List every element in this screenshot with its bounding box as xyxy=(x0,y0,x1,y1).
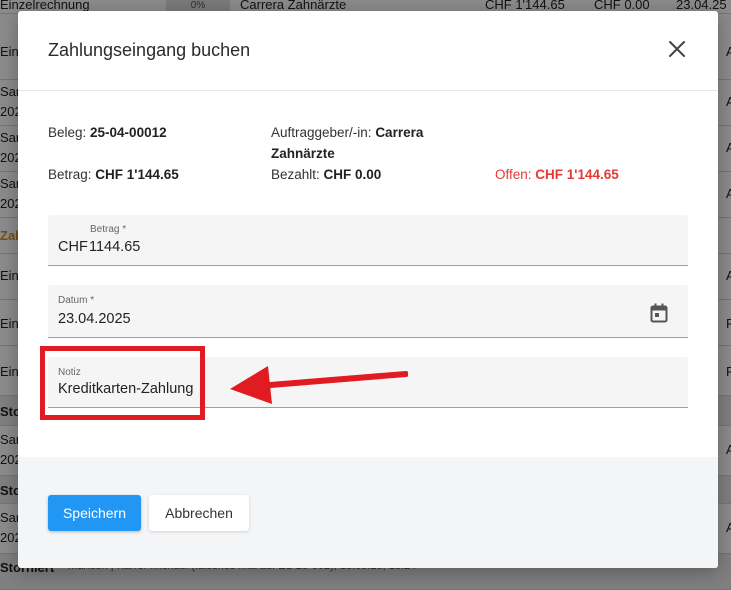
betrag-field-label: Betrag * xyxy=(90,224,127,235)
payment-dialog: Zahlungseingang buchen Beleg: 25-04-0001… xyxy=(18,11,718,568)
datum-field-label: Datum * xyxy=(58,295,95,306)
datum-field[interactable]: Datum * 23.04.2025 xyxy=(48,285,688,338)
bezahlt-amount: CHF 0.00 xyxy=(323,167,382,182)
beleg-info: Beleg: 25-04-00012 xyxy=(48,125,167,140)
save-button[interactable]: Speichern xyxy=(48,495,141,531)
datum-input[interactable]: 23.04.2025 xyxy=(58,311,131,327)
annotation-arrow-icon xyxy=(230,366,408,404)
offen-amount: CHF 1'144.65 xyxy=(535,167,619,182)
currency-prefix: CHF xyxy=(58,239,88,255)
cancel-button[interactable]: Abbrechen xyxy=(149,495,249,531)
betrag-amount: CHF 1'144.65 xyxy=(95,167,179,182)
annotation-highlight-box xyxy=(40,346,205,420)
dialog-title: Zahlungseingang buchen xyxy=(48,40,251,60)
betrag-field[interactable]: Betrag * CHF 1144.65 xyxy=(48,215,688,266)
close-icon[interactable] xyxy=(666,38,688,60)
beleg-number: 25-04-00012 xyxy=(90,125,167,140)
betrag-info: Betrag: CHF 1'144.65 xyxy=(48,167,179,182)
offen-info: Offen: CHF 1'144.65 xyxy=(495,167,619,182)
auftraggeber-info: Auftraggeber/-in: Carrera xyxy=(271,125,424,140)
auftraggeber-name-line1: Carrera xyxy=(375,125,424,140)
bezahlt-info: Bezahlt: CHF 0.00 xyxy=(271,167,382,182)
auftraggeber-name-line2: Zahnärzte xyxy=(271,146,335,161)
calendar-icon[interactable] xyxy=(650,303,668,323)
betrag-input[interactable]: 1144.65 xyxy=(89,239,140,255)
dialog-header: Zahlungseingang buchen xyxy=(18,11,718,91)
